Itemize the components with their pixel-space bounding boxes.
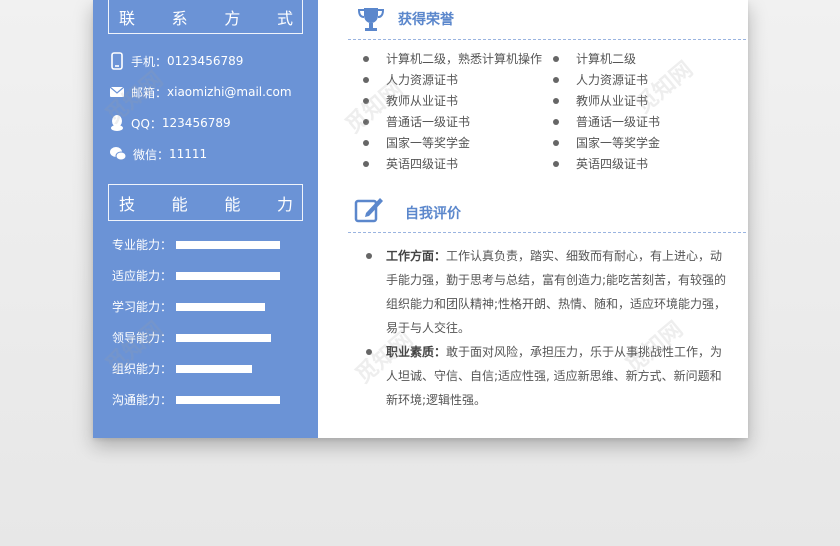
skill-level-bar — [176, 333, 271, 342]
skill-row: 学习能力： — [112, 298, 265, 315]
bullet-dot — [553, 55, 559, 62]
evaluation-divider — [348, 232, 746, 233]
resume-page: 联 系 方 式 手机： 0123456789 邮箱： xiaomizhi@mai… — [93, 0, 748, 438]
phone-icon — [111, 52, 123, 70]
contact-heading-char: 系 — [171, 8, 189, 28]
resume-sidebar: 联 系 方 式 手机： 0123456789 邮箱： xiaomizhi@mai… — [93, 0, 318, 438]
bullet-dot — [363, 160, 369, 167]
contact-heading-char: 方 — [224, 8, 242, 28]
honor-text: 英语四级证书 — [576, 157, 649, 171]
bullet-dot — [366, 253, 372, 259]
skill-label: 学习能力： — [112, 300, 173, 314]
contact-label: QQ： — [131, 116, 162, 131]
contact-value: 123456789 — [161, 116, 231, 130]
skills-heading-char: 能 — [171, 194, 189, 214]
honor-item: 国家一等奖学金 — [363, 134, 470, 151]
honor-text: 计算机二级 — [576, 52, 637, 66]
honor-text: 国家一等奖学金 — [386, 136, 471, 150]
honors-divider — [348, 39, 746, 40]
skill-row: 专业能力： — [112, 236, 280, 253]
skill-label: 适应能力： — [112, 269, 173, 283]
bullet-dot — [553, 97, 559, 104]
bullet-dot — [363, 55, 369, 62]
contact-heading-char: 式 — [276, 8, 294, 28]
skills-heading: 技 能 能 力 — [108, 184, 303, 221]
bullet-dot — [553, 139, 559, 146]
skill-level-bar — [176, 364, 252, 373]
contact-value: 11111 — [169, 147, 208, 161]
evaluation-label: 工作方面： — [386, 249, 447, 263]
skill-level-bar — [176, 240, 280, 249]
honors-title: 获得荣誉 — [398, 12, 454, 28]
skill-label: 沟通能力： — [112, 393, 173, 407]
skills-heading-char: 能 — [224, 194, 242, 214]
skill-level-bar — [176, 271, 280, 280]
bullet-dot — [363, 76, 369, 83]
honor-item: 英语四级证书 — [553, 155, 648, 172]
bullet-dot — [553, 76, 559, 83]
contact-value: 0123456789 — [167, 54, 244, 68]
evaluation-title: 自我评价 — [405, 206, 461, 222]
honor-text: 计算机二级，熟悉计算机操作 — [386, 52, 543, 66]
evaluation-item: 职业素质：敢于面对风险，承担压力，乐于从事挑战性工作，为人坦诚、守信、自信;适应… — [386, 340, 728, 412]
contact-phone: 手机： 0123456789 — [109, 52, 243, 70]
skill-row: 适应能力： — [112, 267, 280, 284]
contact-heading: 联 系 方 式 — [108, 0, 303, 34]
trophy-icon — [357, 8, 385, 31]
contact-heading-char: 联 — [119, 8, 137, 28]
skills-heading-char: 技 — [119, 194, 137, 214]
skill-level-bar — [176, 395, 280, 404]
skill-label: 专业能力： — [112, 238, 173, 252]
honor-item: 计算机二级 — [553, 50, 636, 67]
skill-row: 沟通能力： — [112, 391, 280, 408]
honor-text: 普通话一级证书 — [386, 115, 471, 129]
honor-text: 国家一等奖学金 — [576, 136, 661, 150]
contact-value: xiaomizhi@mail.com — [167, 85, 292, 99]
edit-icon — [354, 198, 383, 223]
honor-item: 计算机二级，熟悉计算机操作 — [363, 50, 542, 67]
contact-label: 微信： — [133, 147, 170, 162]
skill-level-bar — [176, 302, 265, 311]
honor-text: 英语四级证书 — [386, 157, 459, 171]
contact-wechat: 微信： 11111 — [109, 145, 207, 163]
bullet-dot — [363, 139, 369, 146]
wechat-icon — [110, 147, 127, 161]
skills-heading-char: 力 — [276, 194, 294, 214]
bullet-dot — [553, 118, 559, 125]
honor-item: 英语四级证书 — [363, 155, 458, 172]
honor-item: 国家一等奖学金 — [553, 134, 660, 151]
honor-item: 人力资源证书 — [553, 71, 648, 88]
bullet-dot — [553, 160, 559, 167]
